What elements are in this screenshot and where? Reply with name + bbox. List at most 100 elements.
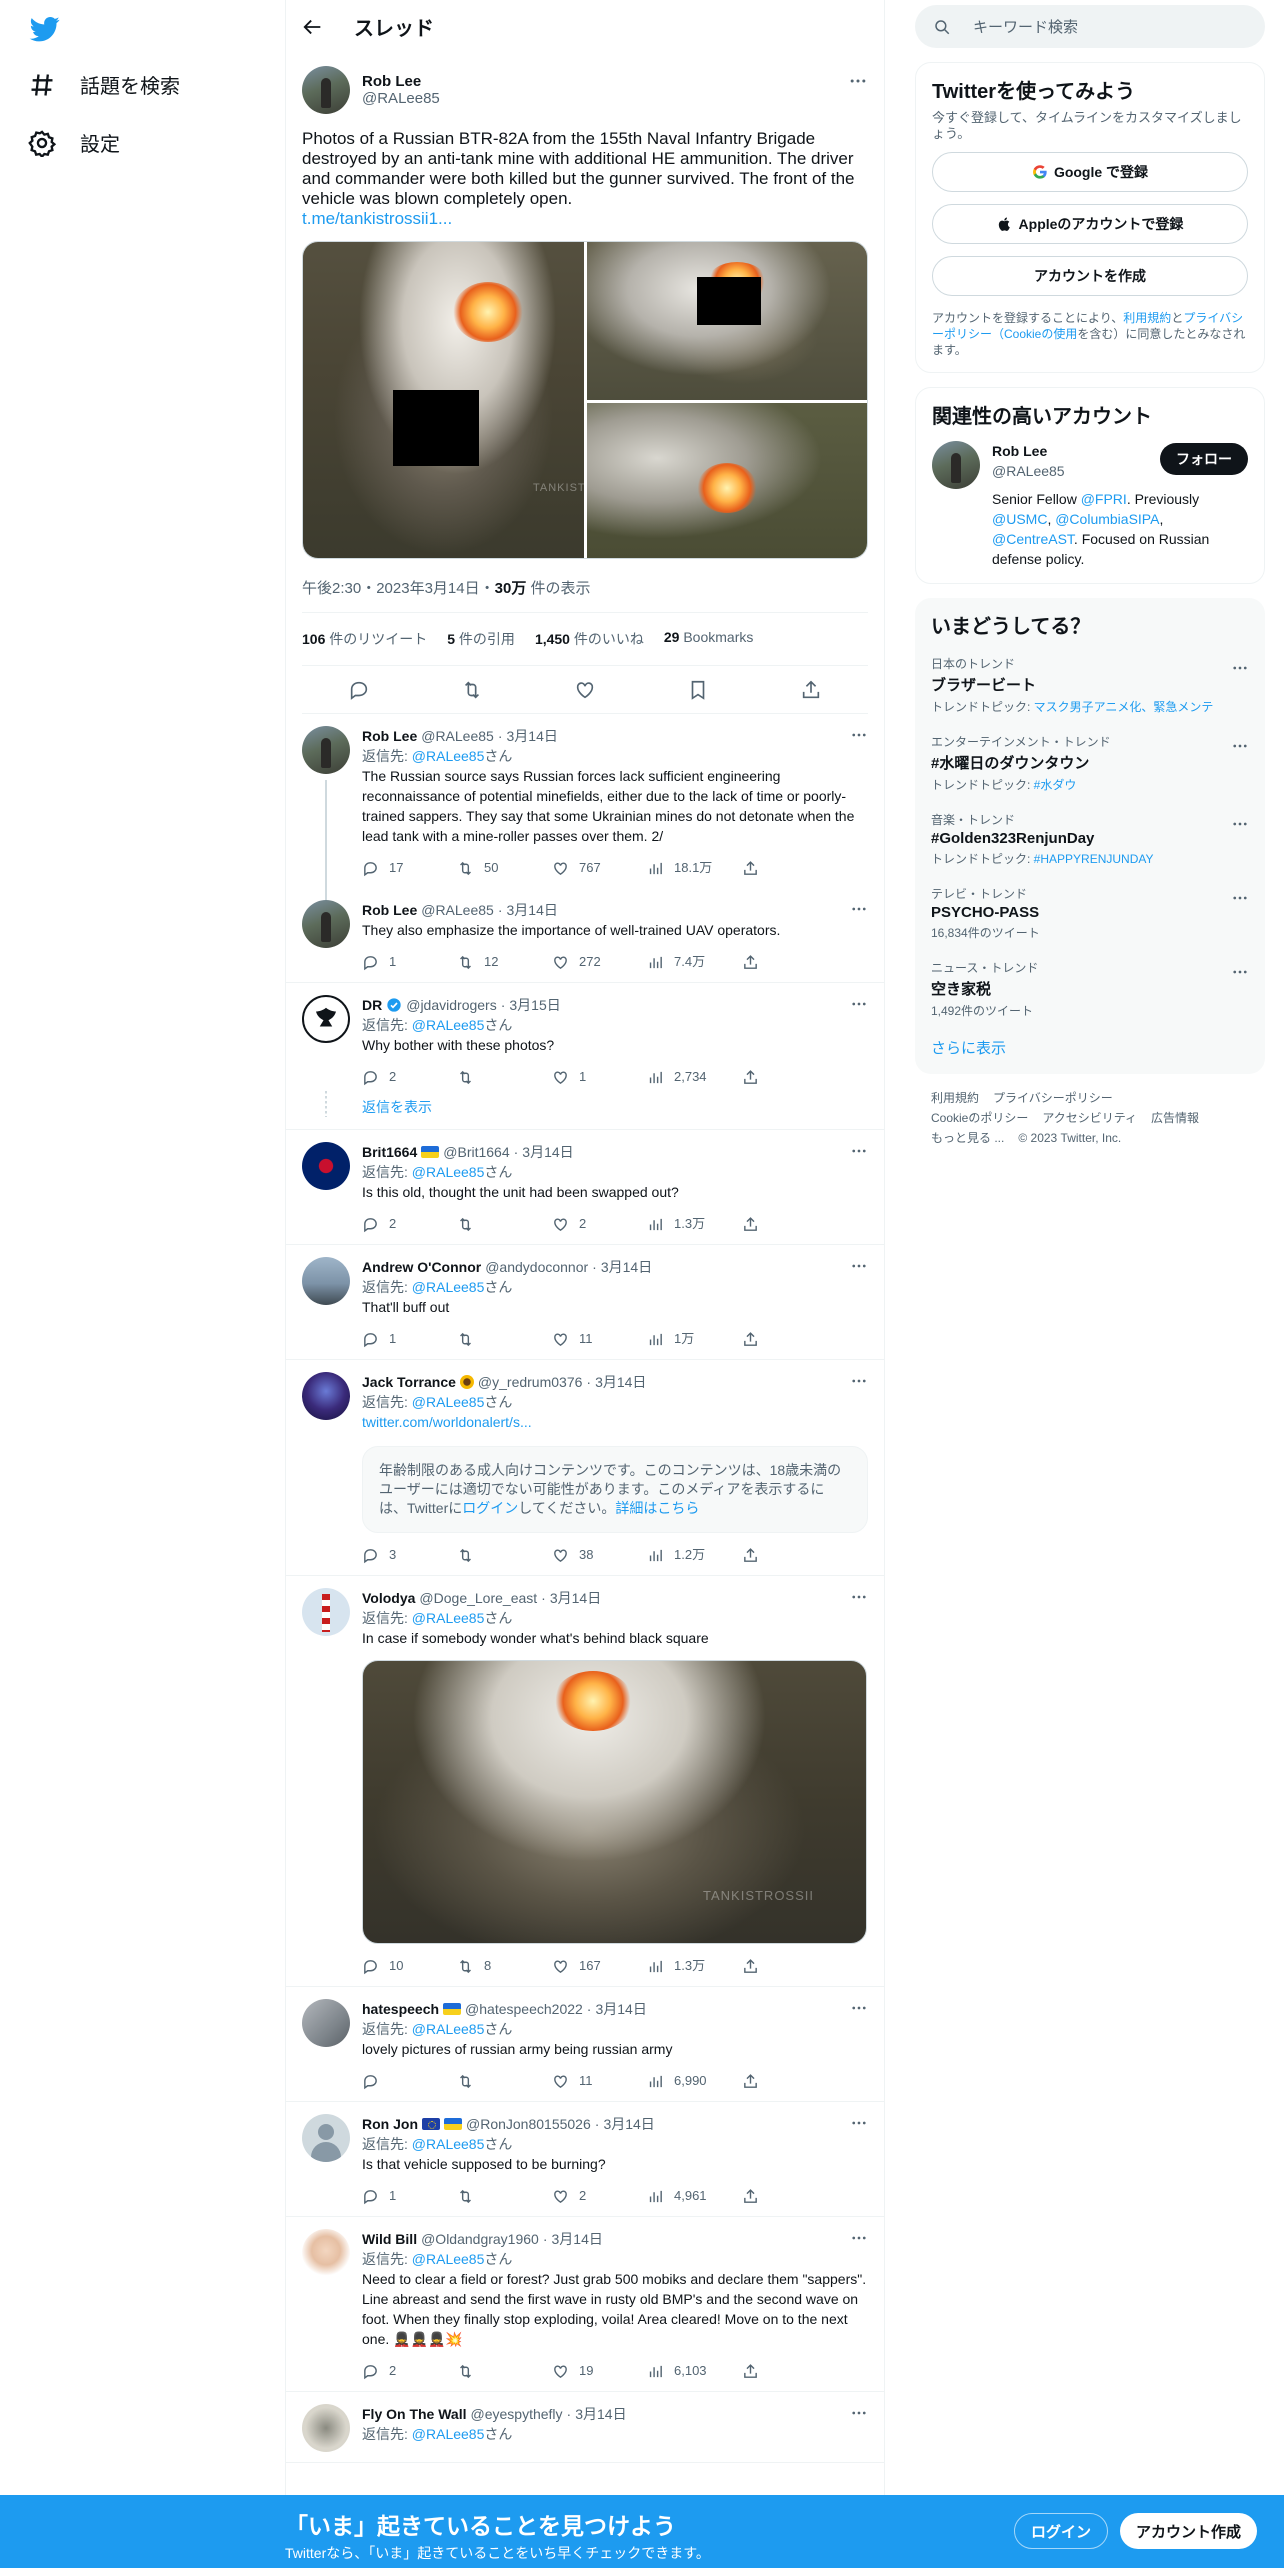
share-button[interactable]	[742, 1067, 759, 1087]
share-button[interactable]	[742, 1214, 759, 1234]
reply-button[interactable]: 2	[362, 2361, 457, 2381]
views-button[interactable]: 1.3万	[647, 1956, 742, 1976]
views-button[interactable]: 4,961	[647, 2186, 742, 2206]
media-photo-2[interactable]	[587, 242, 867, 400]
footer-more[interactable]: もっと見る ...	[931, 1131, 1004, 1145]
media-photo-1[interactable]: TANKISTROSSII	[303, 242, 584, 558]
login-button[interactable]: ログイン	[1014, 2513, 1109, 2549]
reply-button[interactable]: 17	[362, 858, 457, 878]
reply-to-mention[interactable]: @RALee85	[412, 1610, 485, 1626]
reply-button[interactable]: 2	[362, 1214, 457, 1234]
search-input[interactable]: キーワード検索	[915, 5, 1265, 48]
trend-item[interactable]: 日本のトレンド ブラザービート トレンドトピック: マスク男子アニメ化、緊急メン…	[915, 645, 1265, 723]
reply-link[interactable]: twitter.com/worldonalert/s...	[362, 1414, 532, 1430]
share-button[interactable]	[742, 2186, 759, 2206]
google-signup-button[interactable]: Google で登録	[932, 152, 1248, 192]
reply-tweet[interactable]: DR @jdavidrogers · 3月15日 返信先: @RALee85さん Wh…	[286, 983, 884, 1097]
share-button[interactable]	[742, 1329, 759, 1349]
sensitive-learn-more-link[interactable]: 詳細はこちら	[615, 1500, 699, 1516]
avatar[interactable]	[302, 726, 350, 774]
like-button[interactable]: 38	[552, 1545, 647, 1565]
views-button[interactable]: 6,990	[647, 2071, 742, 2091]
more-icon[interactable]	[1231, 815, 1249, 833]
more-icon[interactable]	[1231, 889, 1249, 907]
avatar[interactable]	[302, 1999, 350, 2047]
reply-to-mention[interactable]: @RALee85	[412, 1017, 485, 1033]
reply-tweet[interactable]: Brit1664 @Brit1664 · 3月14日 返信先: @RALee85さん …	[286, 1130, 884, 1245]
share-button[interactable]	[742, 1956, 759, 1976]
reply-date[interactable]: 3月14日	[507, 726, 558, 746]
reply-author-name[interactable]: Brit1664	[362, 1142, 417, 1162]
more-icon[interactable]	[1231, 963, 1249, 981]
signup-button[interactable]: アカウント作成	[1120, 2513, 1258, 2549]
trend-item[interactable]: テレビ・トレンド PSYCHO-PASS 16,834件のツイート	[915, 875, 1265, 949]
author-handle[interactable]: @RALee85	[362, 90, 440, 107]
like-button[interactable]: 272	[552, 952, 647, 972]
reply-author-name[interactable]: hatespeech	[362, 1999, 439, 2019]
reply-tweet[interactable]: Andrew O'Connor @andydoconnor · 3月14日 返信先: …	[286, 1245, 884, 1360]
footer-terms[interactable]: 利用規約	[931, 1091, 979, 1105]
bio-mention[interactable]: @USMC	[992, 511, 1047, 527]
more-icon[interactable]	[848, 71, 868, 91]
reply-button[interactable]: 1	[362, 1329, 457, 1349]
reply-tweet[interactable]: Ron Jon @RonJon80155026 · 3月14日 返信先: @RALee…	[286, 2102, 884, 2217]
sensitive-login-link[interactable]: ログイン	[462, 1500, 518, 1516]
stat-retweets[interactable]: 106 件のリツイート	[302, 629, 427, 649]
more-icon[interactable]	[850, 2114, 868, 2132]
reply-to-mention[interactable]: @RALee85	[412, 2251, 485, 2267]
reply-button[interactable]: 2	[362, 1067, 457, 1087]
more-icon[interactable]	[850, 1142, 868, 1160]
reply-to-mention[interactable]: @RALee85	[412, 2426, 485, 2442]
reply-tweet[interactable]: Wild Bill @Oldandgray1960 · 3月14日 返信先: @RAL…	[286, 2217, 884, 2392]
avatar[interactable]	[302, 900, 350, 948]
create-account-button[interactable]: アカウントを作成	[932, 256, 1248, 296]
reply-author-name[interactable]: Jack Torrance	[362, 1372, 456, 1392]
reply-date[interactable]: 3月14日	[595, 1999, 646, 2019]
views-button[interactable]: 1.3万	[647, 1214, 742, 1234]
bio-mention[interactable]: @CentreAST	[992, 531, 1074, 547]
reply-author-name[interactable]: Wild Bill	[362, 2229, 417, 2249]
author-name[interactable]: Rob Lee	[362, 73, 440, 90]
avatar[interactable]	[302, 2229, 350, 2277]
reply-tweet[interactable]: hatespeech @hatespeech2022 · 3月14日 返信先: @RA…	[286, 1987, 884, 2102]
retweet-button[interactable]	[457, 1214, 552, 1234]
trend-item[interactable]: エンターテインメント・トレンド #水曜日のダウンタウン トレンドトピック: #水…	[915, 723, 1265, 801]
reply-tweet[interactable]: Volodya @Doge_Lore_east · 3月14日 返信先: @RALee…	[286, 1576, 884, 1987]
views-button[interactable]: 1.2万	[647, 1545, 742, 1565]
more-icon[interactable]	[850, 1372, 868, 1390]
views-button[interactable]: 1万	[647, 1329, 742, 1349]
like-button[interactable]: 11	[552, 2071, 647, 2091]
like-button[interactable]: 2	[552, 2186, 647, 2206]
share-button[interactable]	[742, 952, 759, 972]
stat-bookmarks[interactable]: 29 Bookmarks	[664, 629, 754, 649]
share-button[interactable]	[742, 2361, 759, 2381]
retweet-button[interactable]	[457, 1329, 552, 1349]
reply-to-mention[interactable]: @RALee85	[412, 2136, 485, 2152]
more-icon[interactable]	[850, 726, 868, 744]
bookmark-icon[interactable]	[687, 679, 709, 701]
reply-to-mention[interactable]: @RALee85	[412, 1394, 485, 1410]
reply-author-handle[interactable]: @Oldandgray1960	[421, 2229, 539, 2249]
more-icon[interactable]	[1231, 659, 1249, 677]
reply-button[interactable]	[362, 2071, 457, 2091]
reply-date[interactable]: 3月14日	[595, 1372, 646, 1392]
reply-date[interactable]: 3月14日	[603, 2114, 654, 2134]
reply-tweet[interactable]: Jack Torrance @y_redrum0376 · 3月14日 返信先: @R…	[286, 1360, 884, 1576]
views-button[interactable]: 7.4万	[647, 952, 742, 972]
reply-author-handle[interactable]: @andydoconnor	[485, 1257, 588, 1277]
terms-link[interactable]: 利用規約	[1123, 311, 1171, 325]
more-icon[interactable]	[850, 1588, 868, 1606]
like-button[interactable]: 767	[552, 858, 647, 878]
stat-likes[interactable]: 1,450 件のいいね	[535, 629, 644, 649]
avatar[interactable]	[932, 441, 980, 489]
reply-date[interactable]: 3月14日	[552, 2229, 603, 2249]
twitter-logo-icon[interactable]	[28, 14, 62, 44]
bio-mention[interactable]: @FPRI	[1081, 491, 1127, 507]
share-icon[interactable]	[800, 679, 822, 701]
reply-to-mention[interactable]: @RALee85	[412, 748, 485, 764]
like-icon[interactable]	[574, 679, 596, 701]
reply-tweet[interactable]: Fly On The Wall @eyespythefly · 3月14日 返信先: …	[286, 2392, 884, 2463]
like-button[interactable]: 19	[552, 2361, 647, 2381]
reply-button[interactable]: 10	[362, 1956, 457, 1976]
apple-signup-button[interactable]: Appleのアカウントで登録	[932, 204, 1248, 244]
